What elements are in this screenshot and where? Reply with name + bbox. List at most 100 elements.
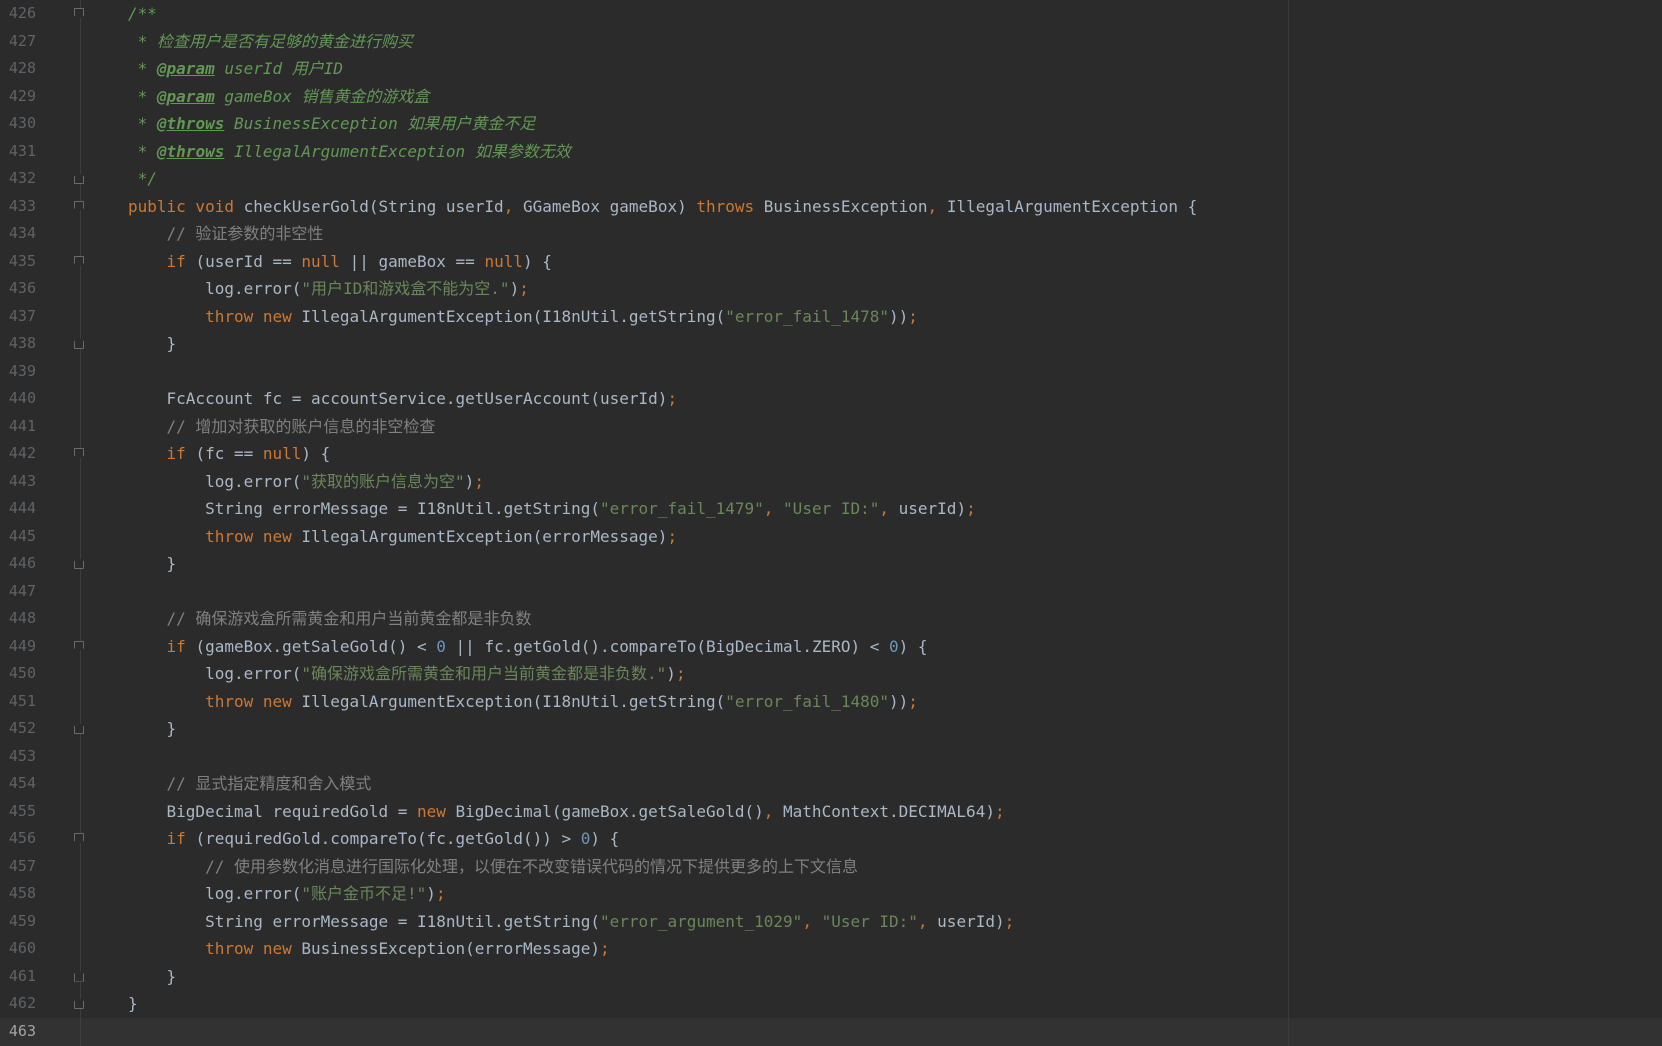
fold-open-icon[interactable]	[74, 448, 84, 459]
code-token: IllegalArgumentException {	[946, 196, 1198, 216]
code-line[interactable]: 431 * @throws IllegalArgumentException 如…	[0, 138, 1662, 166]
code-token: log.error(	[128, 471, 302, 491]
line-number: 456	[8, 829, 36, 847]
fold-open-icon[interactable]	[74, 8, 84, 19]
code-token: "error_argument_1029"	[600, 911, 803, 931]
code-line[interactable]: 444 String errorMessage = I18nUtil.getSt…	[0, 495, 1662, 523]
code-line[interactable]: 452 }	[0, 715, 1662, 743]
code-token: // 增加对获取的账户信息的非空检查	[128, 416, 436, 436]
code-line[interactable]: 457 // 使用参数化消息进行国际化处理，以便在不改变错误代码的情况下提供更多…	[0, 853, 1662, 881]
code-token: 0	[580, 829, 591, 848]
fold-close-icon[interactable]	[74, 970, 84, 982]
code-line[interactable]: 432 */	[0, 165, 1662, 193]
code-line[interactable]: 461 }	[0, 963, 1662, 991]
fold-open-icon[interactable]	[74, 833, 84, 844]
line-number: 443	[8, 471, 36, 490]
code-token: )	[666, 664, 676, 683]
fold-open-icon[interactable]	[74, 255, 84, 267]
code-token: userId 用户ID	[214, 59, 344, 78]
line-number: 453	[8, 746, 36, 765]
code-text: // 增加对获取的账户信息的非空检查	[128, 413, 436, 441]
code-token: userId)	[937, 911, 1005, 931]
code-token: "账户金币不足!"	[301, 884, 427, 903]
line-number: 451	[8, 691, 36, 710]
code-line[interactable]: 435 if (userId == null || gameBox == nul…	[0, 248, 1662, 276]
code-line[interactable]: 453	[0, 743, 1662, 771]
fold-open-icon[interactable]	[74, 200, 84, 212]
line-number: 450	[8, 664, 36, 682]
code-line[interactable]: 463	[0, 1018, 1662, 1046]
code-editor[interactable]: 426/** 427 * 检查用户是否有足够的黄金进行购买 428 * @param…	[0, 0, 1662, 1046]
code-token: *	[128, 86, 157, 106]
code-token: FcAccount fc = accountService.getUserAcc…	[128, 389, 668, 408]
code-line[interactable]: 460 throw new BusinessException(errorMes…	[0, 935, 1662, 963]
code-token: 0	[436, 636, 446, 656]
fold-open-icon[interactable]	[74, 640, 84, 652]
fold-close-icon[interactable]	[74, 558, 84, 569]
code-line[interactable]: 462}	[0, 990, 1662, 1018]
code-token: ,	[927, 196, 947, 216]
code-token: ;	[675, 664, 686, 683]
code-line[interactable]: 447	[0, 578, 1662, 606]
code-line[interactable]: 456 if (requiredGold.compareTo(fc.getGol…	[0, 825, 1662, 853]
code-token: ;	[435, 884, 446, 903]
line-number: 444	[8, 499, 36, 517]
code-token: ;	[667, 526, 678, 546]
code-line[interactable]: 429 * @param gameBox 销售黄金的游戏盒	[0, 83, 1662, 111]
line-number: 454	[8, 774, 36, 792]
code-text: throw new IllegalArgumentException(I18nU…	[128, 688, 918, 716]
code-token: *	[128, 114, 157, 133]
code-line[interactable]: 459 String errorMessage = I18nUtil.getSt…	[0, 908, 1662, 936]
line-number: 455	[8, 801, 36, 820]
line-number: 446	[8, 554, 36, 572]
code-token: ,	[879, 499, 899, 518]
code-line[interactable]: 448 // 确保游戏盒所需黄金和用户当前黄金都是非负数	[0, 605, 1662, 633]
code-line[interactable]: 426 /**	[0, 0, 1662, 28]
code-line[interactable]: 438 }	[0, 330, 1662, 358]
code-text: FcAccount fc = accountService.getUserAcc…	[128, 385, 678, 413]
code-line[interactable]: 428 * @param userId 用户ID	[0, 55, 1662, 83]
code-line[interactable]: 441 // 增加对获取的账户信息的非空检查	[0, 413, 1662, 441]
code-line[interactable]: 434 // 验证参数的非空性	[0, 220, 1662, 248]
code-token: }	[128, 966, 177, 986]
code-token: // 确保游戏盒所需黄金和用户当前黄金都是非负数	[128, 609, 532, 628]
code-line[interactable]: 454 // 显式指定精度和舍入模式	[0, 770, 1662, 798]
code-line[interactable]: 439	[0, 358, 1662, 386]
code-line[interactable]: 436 log.error("用户ID和游戏盒不能为空.");	[0, 275, 1662, 303]
code-token: ) {	[301, 444, 331, 463]
code-token: @throws	[156, 141, 225, 161]
code-token: new	[416, 801, 456, 821]
code-token: }	[128, 719, 177, 738]
fold-close-icon[interactable]	[74, 998, 84, 1009]
code-token: BusinessException 如果用户黄金不足	[224, 114, 536, 133]
code-token: IllegalArgumentException(errorMessage)	[301, 526, 668, 546]
fold-close-icon[interactable]	[74, 338, 84, 349]
code-line[interactable]: 443 log.error("获取的账户信息为空");	[0, 468, 1662, 496]
code-token: public void	[128, 196, 244, 216]
code-line[interactable]: 455 BigDecimal requiredGold = new BigDec…	[0, 798, 1662, 826]
line-number: 433	[8, 196, 36, 215]
code-line[interactable]: 430 * @throws BusinessException 如果用户黄金不足	[0, 110, 1662, 138]
code-line[interactable]: 451 throw new IllegalArgumentException(I…	[0, 688, 1662, 716]
line-number: 439	[8, 361, 36, 380]
code-text: }	[128, 715, 177, 743]
fold-close-icon[interactable]	[74, 173, 84, 184]
code-line[interactable]: 442 if (fc == null) {	[0, 440, 1662, 468]
code-text: if (gameBox.getSaleGold() < 0 || fc.getG…	[128, 633, 928, 661]
code-text: * @throws BusinessException 如果用户黄金不足	[128, 110, 536, 138]
code-line[interactable]: 450 log.error("确保游戏盒所需黄金和用户当前黄金都是非负数.");	[0, 660, 1662, 688]
code-token: "获取的账户信息为空"	[301, 471, 465, 491]
code-line[interactable]: 449 if (gameBox.getSaleGold() < 0 || fc.…	[0, 633, 1662, 661]
code-line[interactable]: 433 public void checkUserGold(String user…	[0, 193, 1662, 221]
code-line[interactable]: 446 }	[0, 550, 1662, 578]
code-text: }	[128, 990, 138, 1018]
code-token: throw new	[128, 691, 302, 711]
code-line[interactable]: 437 throw new IllegalArgumentException(I…	[0, 303, 1662, 331]
code-line[interactable]: 440 FcAccount fc = accountService.getUse…	[0, 385, 1662, 413]
fold-close-icon[interactable]	[74, 723, 84, 734]
code-line[interactable]: 445 throw new IllegalArgumentException(e…	[0, 523, 1662, 551]
code-text: * 检查用户是否有足够的黄金进行购买	[128, 28, 413, 56]
code-text: log.error("用户ID和游戏盒不能为空.");	[128, 275, 529, 303]
code-line[interactable]: 427 * 检查用户是否有足够的黄金进行购买	[0, 28, 1662, 56]
code-line[interactable]: 458 log.error("账户金币不足!");	[0, 880, 1662, 908]
